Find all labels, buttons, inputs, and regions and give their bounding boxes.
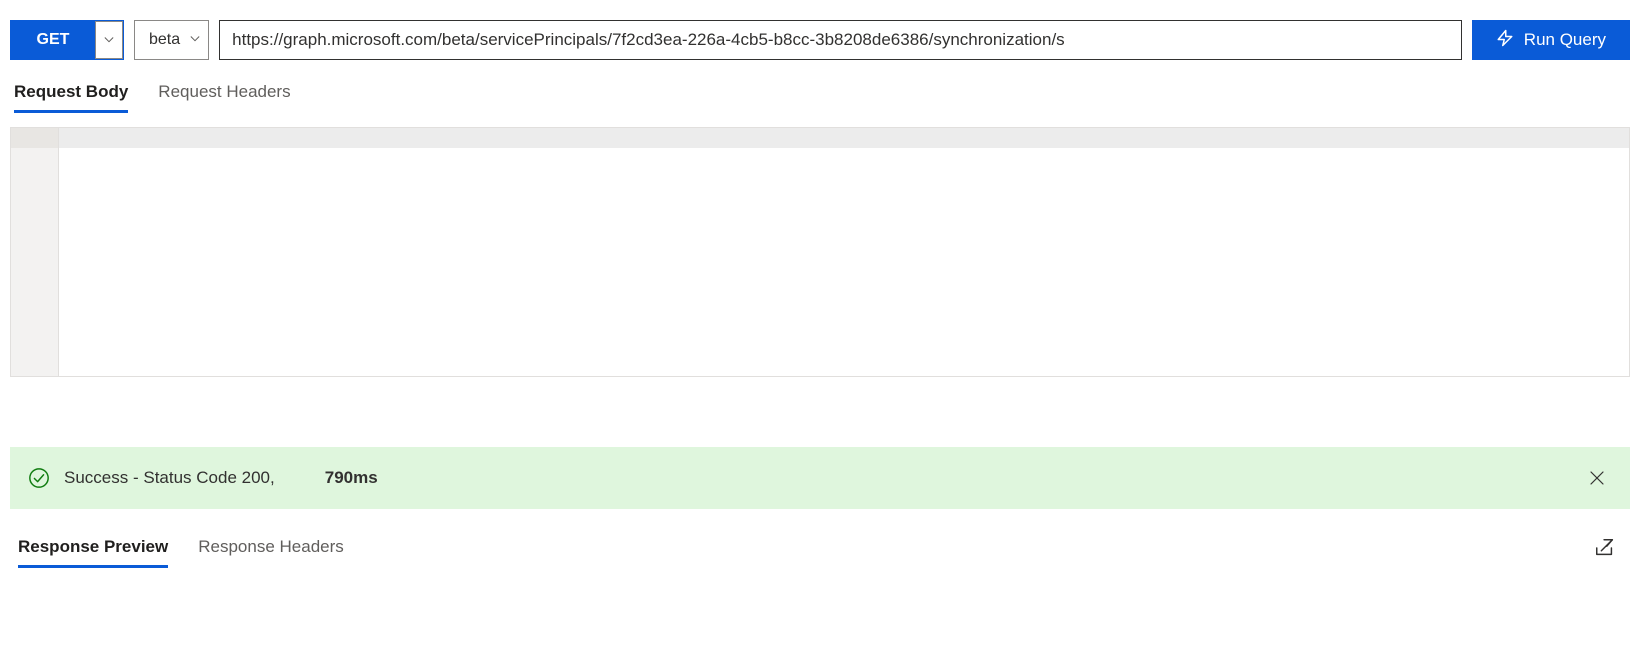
api-version-select[interactable]: beta <box>134 20 209 60</box>
run-query-button[interactable]: Run Query <box>1472 20 1630 60</box>
http-method-label: GET <box>11 21 95 59</box>
request-url-input[interactable] <box>219 20 1462 60</box>
tab-response-preview[interactable]: Response Preview <box>18 537 168 568</box>
tab-request-body[interactable]: Request Body <box>14 82 128 113</box>
success-check-icon <box>28 467 50 489</box>
tab-request-headers[interactable]: Request Headers <box>158 82 290 113</box>
status-time: 790ms <box>325 468 378 488</box>
close-icon[interactable] <box>1588 469 1606 487</box>
request-body-editor[interactable] <box>10 127 1630 377</box>
chevron-down-icon <box>190 31 200 49</box>
http-method-select[interactable]: GET <box>10 20 124 60</box>
chevron-down-icon[interactable] <box>95 21 123 59</box>
response-tabs: Response Preview Response Headers <box>14 537 1594 568</box>
request-tabs: Request Body Request Headers <box>10 82 1630 113</box>
api-version-label: beta <box>149 31 180 49</box>
run-query-label: Run Query <box>1524 30 1606 50</box>
editor-content[interactable] <box>59 128 1629 376</box>
query-bar: GET beta Run Query <box>10 20 1630 60</box>
status-text: Success - Status Code 200, <box>64 468 275 488</box>
editor-gutter <box>11 128 59 376</box>
share-icon[interactable] <box>1594 537 1616 559</box>
response-section: Response Preview Response Headers <box>10 537 1630 568</box>
status-bar: Success - Status Code 200, 790ms <box>10 447 1630 509</box>
tab-response-headers[interactable]: Response Headers <box>198 537 344 568</box>
lightning-icon <box>1496 29 1514 52</box>
